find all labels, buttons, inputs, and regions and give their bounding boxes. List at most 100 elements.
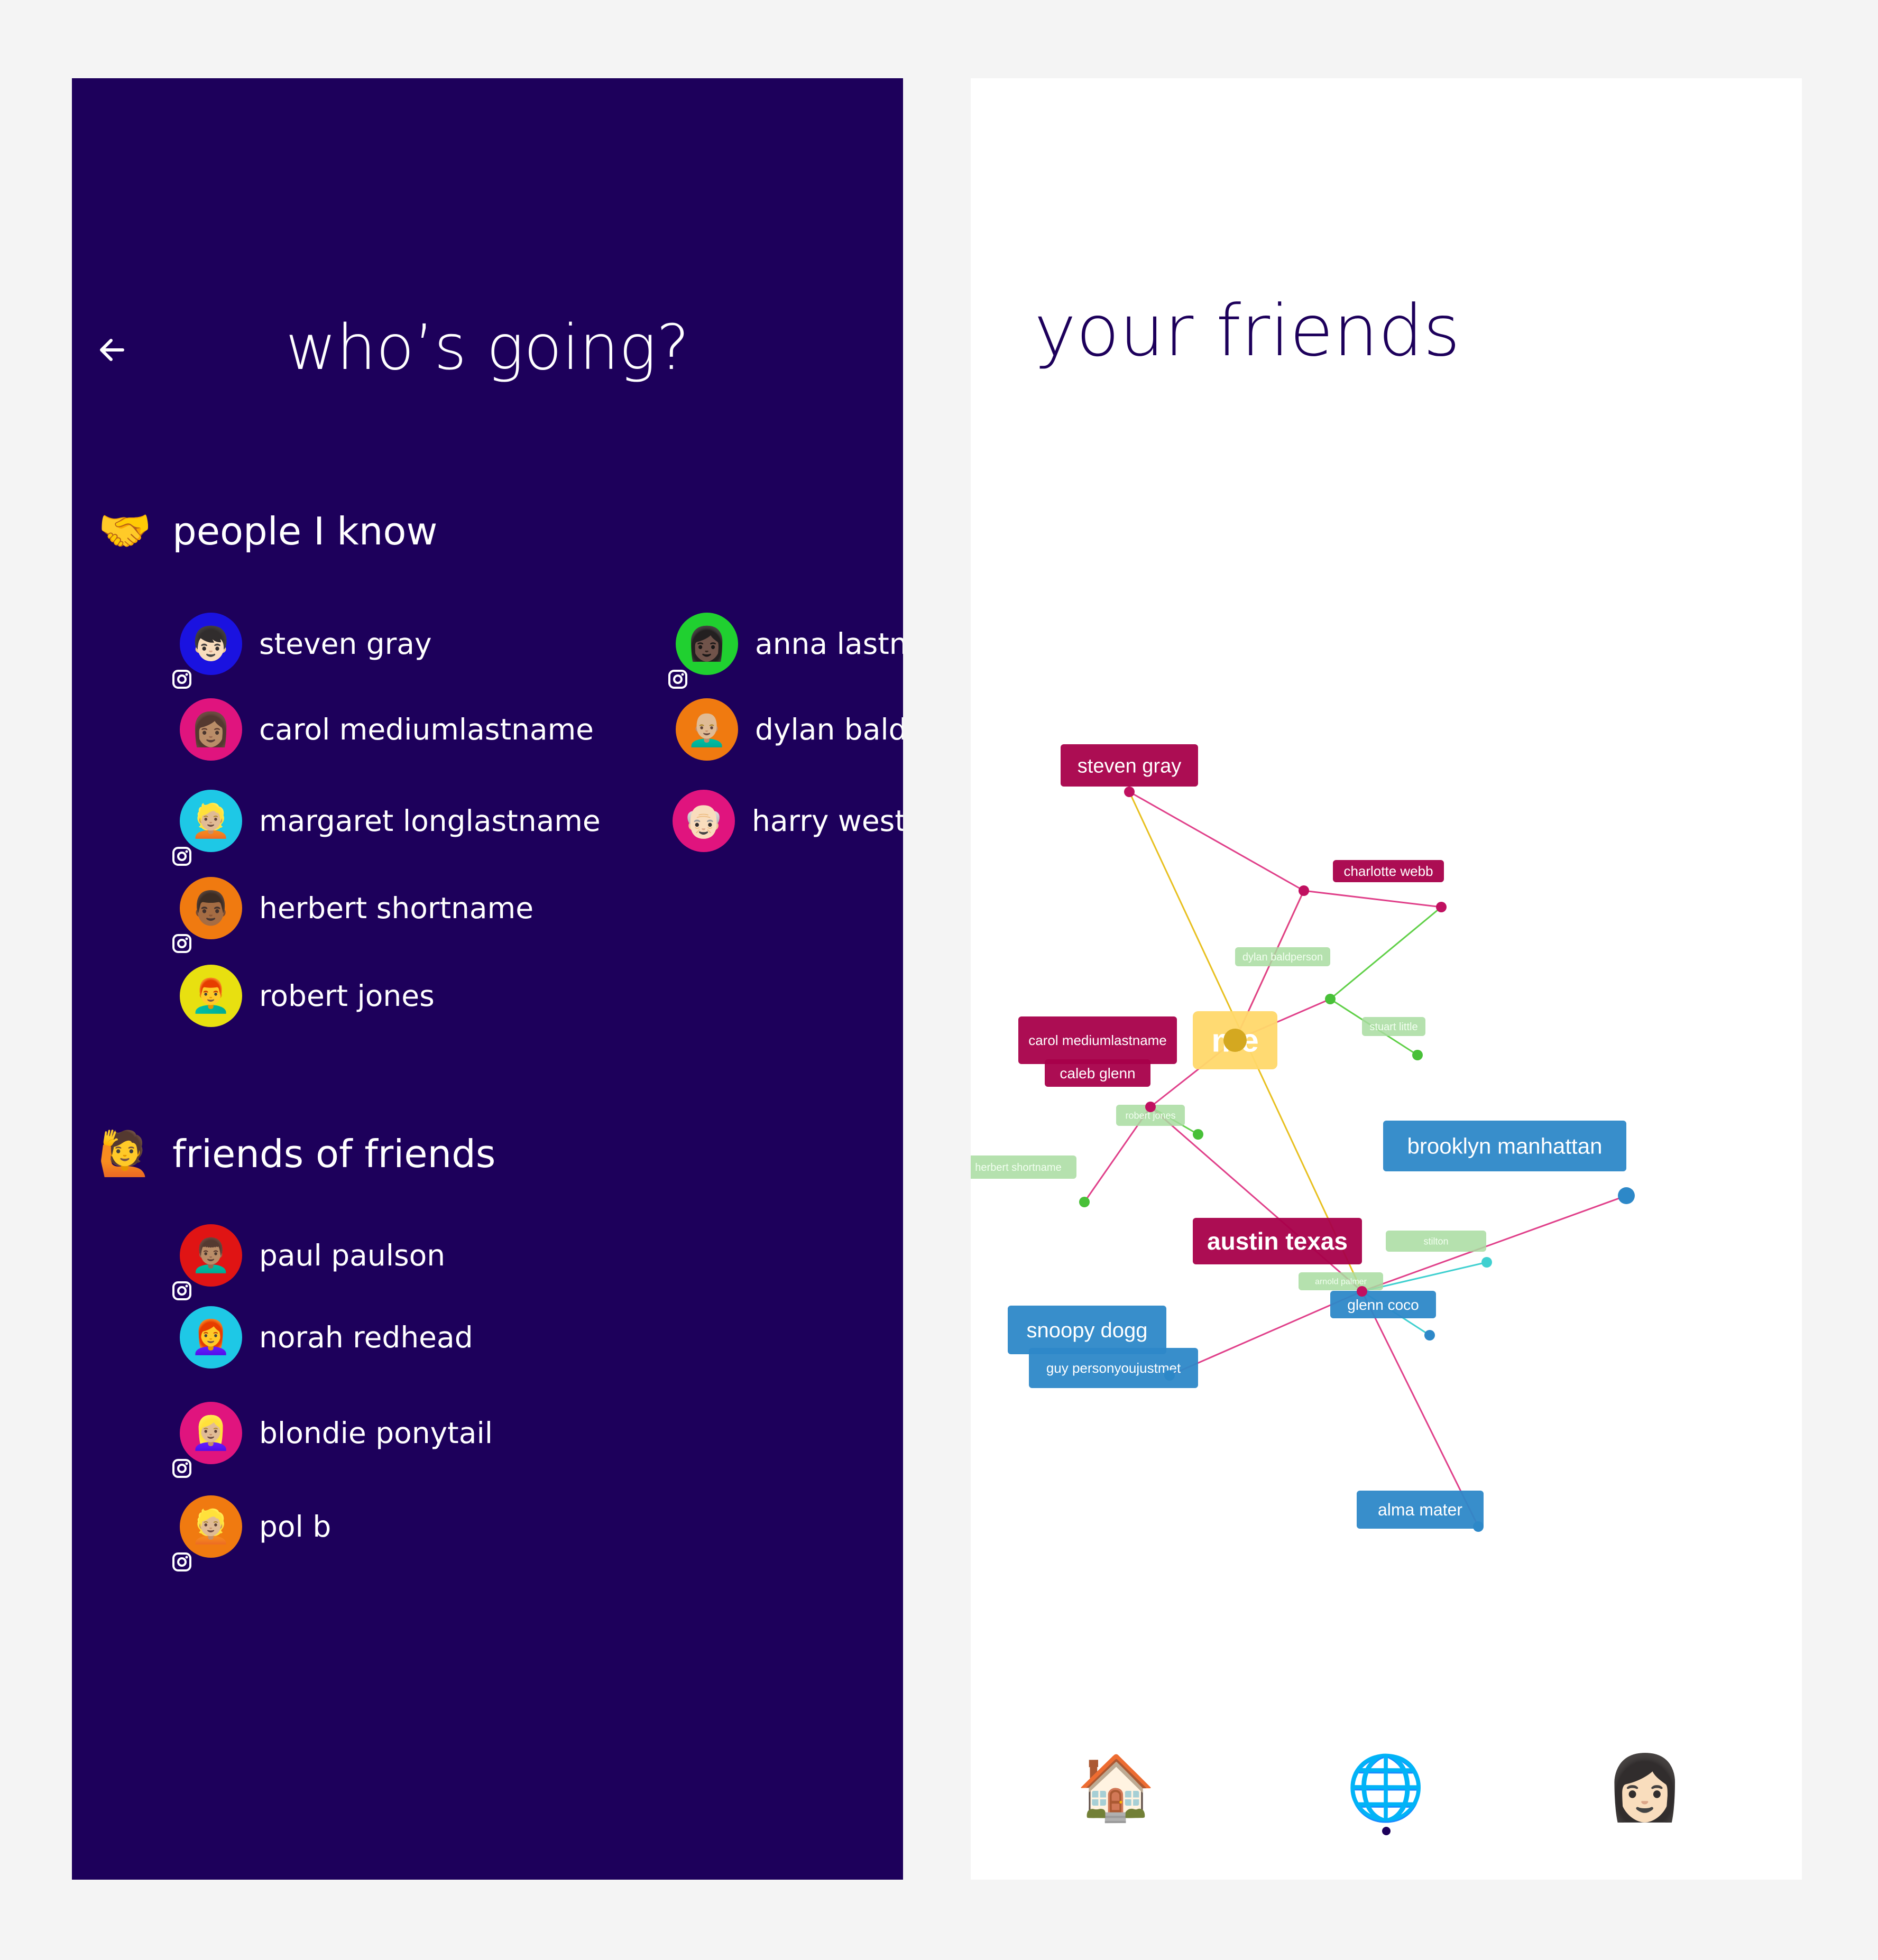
graph-node-dot[interactable] xyxy=(1079,1197,1090,1207)
person-name: dylan baldp xyxy=(755,713,903,746)
avatar: 👨🏼‍🦲 xyxy=(676,698,738,761)
graph-node-dot[interactable] xyxy=(1412,1050,1423,1060)
node-alma[interactable]: alma mater xyxy=(1357,1491,1484,1529)
node-stuart[interactable]: stuart little xyxy=(1362,1017,1425,1036)
person-row[interactable]: 👱🏼 pol b xyxy=(172,1495,332,1571)
avatar-emoji-icon: 👨🏾 xyxy=(190,889,232,927)
person-row[interactable]: 👱🏼‍♀️ blondie ponytail xyxy=(172,1401,493,1478)
graph-node-dot[interactable] xyxy=(1124,787,1135,797)
person-name: harry west xyxy=(752,804,903,838)
avatar: 👴🏻 xyxy=(673,790,735,852)
person-name: paul paulson xyxy=(259,1238,446,1272)
instagram-icon[interactable] xyxy=(171,1271,192,1300)
avatar: 👱🏼 xyxy=(172,1495,242,1571)
person-row[interactable]: 👨🏼‍🦲 dylan baldp xyxy=(676,698,903,761)
graph-edge xyxy=(1303,890,1442,908)
avatar: 👦🏻 xyxy=(172,613,242,689)
node-steven[interactable]: steven gray xyxy=(1061,744,1198,787)
person-name: norah redhead xyxy=(259,1320,473,1354)
node-label: glenn coco xyxy=(1347,1297,1419,1313)
node-guy[interactable]: guy personyoujustmet xyxy=(1029,1348,1198,1388)
graph-node-dot[interactable] xyxy=(1618,1187,1635,1204)
node-label: arnold palmer xyxy=(1315,1278,1367,1287)
avatar-emoji-icon: 👩🏽 xyxy=(190,710,232,748)
friends-graph[interactable]: mesteven graycharlotte webbdylan baldper… xyxy=(971,660,1802,1558)
graph-node-dot[interactable] xyxy=(1193,1129,1203,1140)
person-name: anna lastna xyxy=(755,627,903,661)
avatar-emoji-icon: 👱🏼 xyxy=(190,801,232,840)
instagram-icon[interactable] xyxy=(171,659,192,689)
graph-edge xyxy=(1129,791,1304,892)
profile-icon[interactable]: 👩🏻 xyxy=(1605,1749,1684,1828)
graph-node-dot[interactable] xyxy=(1436,902,1447,912)
graph-node-dot[interactable] xyxy=(1424,1330,1435,1340)
person-row[interactable]: 👨🏾 herbert shortname xyxy=(172,876,534,953)
graph-node-dot[interactable] xyxy=(1164,1370,1175,1381)
node-charlotte[interactable]: charlotte webb xyxy=(1333,860,1444,882)
person-name: pol b xyxy=(259,1510,332,1543)
person-name: herbert shortname xyxy=(259,891,534,925)
graph-node-dot[interactable] xyxy=(1357,1286,1367,1297)
avatar-emoji-icon: 👴🏻 xyxy=(683,801,724,840)
globe-icon[interactable]: 🌐 xyxy=(1346,1749,1425,1828)
page-title: who’s going? xyxy=(285,311,689,384)
avatar: 👩🏽 xyxy=(180,698,242,761)
avatar-emoji-icon: 👩‍🦰 xyxy=(190,1318,232,1356)
node-label: austin texas xyxy=(1207,1227,1348,1255)
graph-nodes: mesteven graycharlotte webbdylan baldper… xyxy=(971,744,1635,1532)
graph-node-dot[interactable] xyxy=(1223,1029,1247,1052)
avatar-emoji-icon: 👨‍🦰 xyxy=(190,976,232,1015)
person-row[interactable]: 👦🏻 steven gray xyxy=(172,612,432,689)
node-brooklyn[interactable]: brooklyn manhattan xyxy=(1383,1121,1626,1171)
graph-node-dot[interactable] xyxy=(1145,1102,1156,1112)
person-row[interactable]: 👨‍🦰 robert jones xyxy=(180,964,435,1028)
instagram-icon[interactable] xyxy=(171,923,192,953)
node-label: dylan baldperson xyxy=(1242,951,1323,963)
person-name: robert jones xyxy=(259,979,435,1013)
section-people-i-know: 🤝 people I know xyxy=(93,500,437,563)
person-row[interactable]: 👨🏽‍🦱 paul paulson xyxy=(172,1224,446,1300)
node-caleb[interactable]: caleb glenn xyxy=(1045,1059,1150,1087)
person-row[interactable]: 👩🏽 carol mediumlastname xyxy=(180,698,594,761)
instagram-icon[interactable] xyxy=(171,836,192,866)
node-arnold[interactable]: arnold palmer xyxy=(1299,1272,1383,1290)
node-snoopy[interactable]: snoopy dogg xyxy=(1008,1306,1166,1354)
graph-node-dot[interactable] xyxy=(1481,1257,1492,1268)
graph-node-dot[interactable] xyxy=(1473,1521,1484,1532)
instagram-icon[interactable] xyxy=(171,1448,192,1478)
graph-node-dot[interactable] xyxy=(1299,885,1309,896)
node-glenn[interactable]: glenn coco xyxy=(1330,1291,1436,1318)
node-label: brooklyn manhattan xyxy=(1407,1134,1603,1159)
person-name: margaret longlastname xyxy=(259,804,601,838)
node-austin[interactable]: austin texas xyxy=(1193,1218,1362,1264)
avatar: 👨‍🦰 xyxy=(180,965,242,1027)
node-label: snoopy dogg xyxy=(1026,1319,1147,1342)
person-row[interactable]: 👩‍🦰 norah redhead xyxy=(180,1306,473,1369)
avatar-emoji-icon: 👱🏼‍♀️ xyxy=(190,1413,232,1452)
node-stilton[interactable]: stilton xyxy=(1386,1231,1486,1252)
avatar-emoji-icon: 👩🏿 xyxy=(686,624,728,663)
node-carol[interactable]: carol mediumlastname xyxy=(1018,1016,1177,1064)
graph-node-dot[interactable] xyxy=(1325,994,1336,1004)
node-label: alma mater xyxy=(1378,1500,1462,1519)
node-label: carol mediumlastname xyxy=(1028,1032,1167,1048)
whos-going-screen: who’s going? 🤝 people I know 👦🏻 steven gr… xyxy=(72,78,903,1880)
avatar-emoji-icon: 👨🏽‍🦱 xyxy=(190,1236,232,1274)
person-row[interactable]: 👱🏼 margaret longlastname xyxy=(172,789,601,866)
person-row[interactable]: 👴🏻 harry west xyxy=(673,789,903,853)
avatar-emoji-icon: 👦🏻 xyxy=(190,624,232,663)
page-title: your friends xyxy=(1034,290,1460,372)
person-name: carol mediumlastname xyxy=(259,713,594,746)
avatar: 👱🏼 xyxy=(172,790,242,866)
person-row[interactable]: 👩🏿 anna lastna xyxy=(668,612,903,689)
node-herbert[interactable]: herbert shortname xyxy=(971,1155,1076,1179)
your-friends-screen: your friends mesteven graycharlotte webb… xyxy=(971,78,1802,1880)
avatar: 👱🏼‍♀️ xyxy=(172,1402,242,1478)
instagram-icon[interactable] xyxy=(171,1542,192,1571)
avatar-emoji-icon: 👨🏼‍🦲 xyxy=(686,710,728,748)
home-icon[interactable]: 🏠 xyxy=(1076,1749,1156,1828)
avatar: 👩🏿 xyxy=(668,613,738,689)
node-dylan[interactable]: dylan baldperson xyxy=(1235,947,1330,966)
instagram-icon[interactable] xyxy=(667,659,688,689)
node-label: herbert shortname xyxy=(975,1162,1061,1173)
